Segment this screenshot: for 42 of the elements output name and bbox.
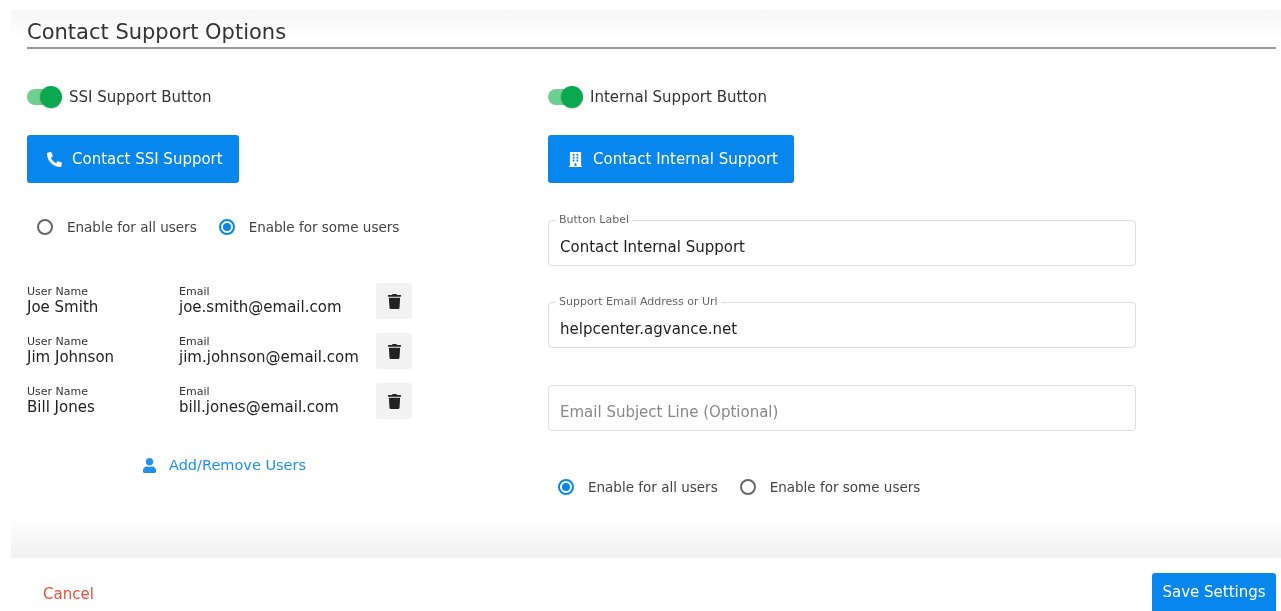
delete-button[interactable] [376,333,412,369]
trash-icon [386,393,402,409]
field-caption: User Name [27,286,90,298]
user-name: Joe Smith [27,298,100,316]
building-icon [568,151,583,167]
save-settings-button[interactable]: Save Settings [1152,573,1276,611]
field-label: Support Email Address or Url [556,295,721,308]
user-email: jim.johnson@email.com [179,348,360,366]
phone-icon [47,151,62,167]
radio-button[interactable] [218,219,235,235]
contact-button[interactable]: Contact SSI Support [27,135,239,183]
radio-button[interactable] [558,479,574,495]
trash-icon [386,343,402,359]
user-name: Jim Johnson [27,348,116,366]
text-field[interactable]: Email Subject Line (Optional) [548,385,1136,431]
toggle-switch[interactable] [548,89,582,105]
radio-label: Enable for all users [67,219,197,235]
radio-label: Enable for some users [769,479,921,495]
section-title: Contact Support Options [27,18,1276,49]
field-caption: User Name [27,386,90,398]
cancel-button[interactable]: Cancel [43,585,94,603]
radio-button[interactable] [739,479,756,495]
contact-button[interactable]: Contact Internal Support [548,135,794,183]
radio-label: Enable for all users [588,479,718,495]
field-caption: Email [179,286,211,298]
field-caption: Email [179,386,211,398]
radio-button[interactable] [37,219,53,235]
user-name: Bill Jones [27,398,96,416]
toggle-label: SSI Support Button [69,88,212,106]
delete-button[interactable] [376,383,412,419]
toggle-label: Internal Support Button [590,88,767,106]
user-email: bill.jones@email.com [179,398,340,416]
user-email: joe.smith@email.com [179,298,343,316]
user-icon [142,457,157,473]
add-remove-users-link[interactable]: Add/Remove Users [142,457,306,473]
field-label: Button Label [556,213,633,226]
trash-icon [386,293,402,309]
delete-button[interactable] [376,283,412,319]
toggle-switch[interactable] [27,89,61,105]
field-caption: Email [179,336,211,348]
radio-label: Enable for some users [248,219,400,235]
field-caption: User Name [27,336,90,348]
